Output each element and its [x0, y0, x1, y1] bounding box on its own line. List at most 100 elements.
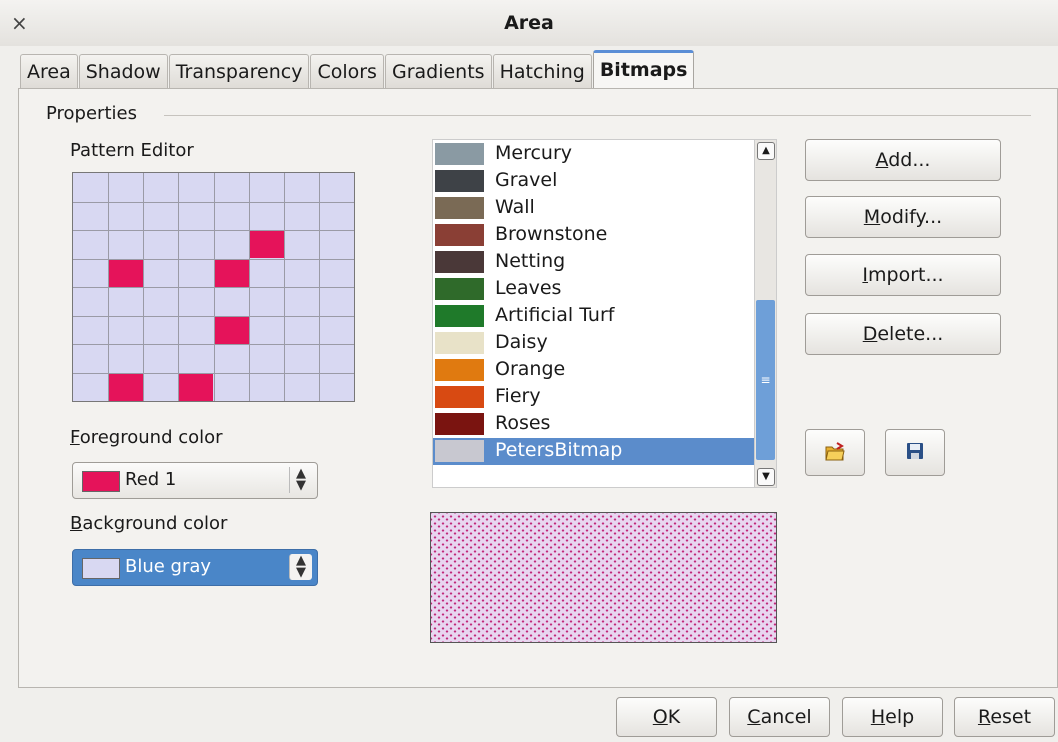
bitmap-list-item[interactable]: Mercury [433, 141, 755, 168]
open-folder-icon [825, 442, 845, 461]
pattern-editor-label: Pattern Editor [70, 140, 194, 161]
bitmap-name: Artificial Turf [495, 304, 615, 326]
bitmap-thumbnail [435, 197, 484, 219]
grid-row-line [73, 287, 354, 288]
bitmap-name: Roses [495, 412, 551, 434]
import-text: mport... [868, 264, 944, 286]
pattern-pixel-filled[interactable] [215, 260, 249, 287]
pattern-editor-grid[interactable] [72, 172, 355, 402]
bitmap-thumbnail [435, 386, 484, 408]
reset-button[interactable]: Reset [954, 697, 1055, 737]
spin-arrows-icon: ▲ ▼ [289, 467, 312, 493]
modify-accel: M [863, 206, 881, 228]
cancel-text: ancel [760, 706, 812, 728]
pattern-pixel-filled[interactable] [250, 231, 284, 258]
grid-row-line [73, 202, 354, 203]
properties-label: Properties [46, 103, 137, 124]
cancel-accel: C [747, 706, 761, 728]
bitmap-thumbnail [435, 413, 484, 435]
import-button[interactable]: Import... [805, 254, 1001, 296]
background-swatch [82, 558, 120, 579]
foreground-color-value: Red 1 [125, 469, 177, 490]
tab-area[interactable]: Area [20, 54, 78, 89]
scroll-down-icon[interactable]: ▼ [757, 468, 775, 486]
bitmap-list-item[interactable]: PetersBitmap [433, 438, 755, 465]
bitmap-thumbnail [435, 359, 484, 381]
bitmap-name: Gravel [495, 169, 558, 191]
foreground-label-accel: F [70, 427, 80, 448]
tab-bar: Area Shadow Transparency Colors Gradient… [20, 50, 695, 91]
spin-arrows-icon: ▲ ▼ [289, 554, 312, 580]
bitmap-name: Daisy [495, 331, 548, 353]
bitmap-name: PetersBitmap [495, 439, 623, 461]
ok-accel: O [652, 706, 668, 728]
window-title: Area [504, 12, 554, 34]
bitmap-list-item[interactable]: Netting [433, 249, 755, 276]
tab-shadow[interactable]: Shadow [78, 54, 168, 89]
bitmap-list-item[interactable]: Fiery [433, 384, 755, 411]
reset-text: eset [990, 706, 1032, 728]
properties-divider [164, 115, 1031, 116]
bitmap-list-item[interactable]: Leaves [433, 276, 755, 303]
bitmap-list-item[interactable]: Roses [433, 411, 755, 438]
cancel-button[interactable]: Cancel [729, 697, 830, 737]
pattern-pixel-filled[interactable] [179, 374, 213, 401]
title-bar: × Area [0, 0, 1058, 46]
help-button[interactable]: Help [842, 697, 943, 737]
pattern-pixel-filled[interactable] [109, 374, 143, 401]
background-color-value: Blue gray [125, 556, 212, 577]
modify-button[interactable]: Modify... [805, 196, 1001, 238]
background-label-accel: B [70, 513, 83, 534]
foreground-swatch [82, 471, 120, 492]
tab-gradients[interactable]: Gradients [384, 54, 492, 89]
bitmap-preview [430, 512, 777, 643]
bitmap-thumbnail [435, 278, 484, 300]
pattern-pixel-filled[interactable] [109, 260, 143, 287]
tab-hatching[interactable]: Hatching [492, 54, 592, 89]
bitmap-list-item[interactable]: Brownstone [433, 222, 755, 249]
bitmap-thumbnail [435, 440, 484, 462]
save-disk-icon [907, 443, 923, 459]
pattern-pixel-filled[interactable] [215, 317, 249, 344]
scroll-up-icon[interactable]: ▲ [757, 142, 775, 160]
add-button[interactable]: Add... [805, 139, 1001, 181]
bitmap-name: Netting [495, 250, 566, 272]
reset-accel: R [977, 706, 991, 728]
save-list-button[interactable] [885, 429, 945, 476]
bitmap-list-item[interactable]: Orange [433, 357, 755, 384]
bitmap-list-item[interactable]: Gravel [433, 168, 755, 195]
bitmap-thumbnail [435, 305, 484, 327]
bitmap-thumbnail [435, 332, 484, 354]
delete-button[interactable]: Delete... [805, 313, 1001, 355]
grid-row-line [73, 344, 354, 345]
bitmap-thumbnail [435, 251, 484, 273]
tab-colors[interactable]: Colors [310, 54, 384, 89]
delete-accel: D [862, 323, 878, 345]
foreground-color-select[interactable]: Red 1 ▲ ▼ [72, 462, 318, 499]
background-color-select[interactable]: Blue gray ▲ ▼ [72, 549, 318, 586]
grid-row-line [73, 230, 354, 231]
bitmap-list[interactable]: Mercury Gravel Wall Brownstone Netting Leaves… [432, 139, 777, 488]
delete-text: elete... [877, 323, 944, 345]
ok-button[interactable]: OK [616, 697, 717, 737]
grid-row-line [73, 316, 354, 317]
tab-bitmaps[interactable]: Bitmaps [592, 50, 695, 91]
foreground-color-label: Foreground color [70, 427, 223, 448]
bitmap-name: Brownstone [495, 223, 608, 245]
bitmap-name: Wall [495, 196, 535, 218]
load-list-button[interactable] [805, 429, 865, 476]
bitmap-name: Leaves [495, 277, 562, 299]
bitmap-thumbnail [435, 224, 484, 246]
bitmap-name: Fiery [495, 385, 541, 407]
bitmap-thumbnail [435, 170, 484, 192]
list-scrollbar[interactable]: ▲ ≡ ▼ [754, 140, 776, 487]
scroll-thumb[interactable]: ≡ [756, 300, 775, 460]
bitmap-list-item[interactable]: Daisy [433, 330, 755, 357]
bitmap-list-item[interactable]: Artificial Turf [433, 303, 755, 330]
background-label-text: ackground color [82, 513, 228, 534]
tab-transparency[interactable]: Transparency [168, 54, 310, 89]
help-accel: H [870, 706, 886, 728]
help-text: elp [885, 706, 915, 728]
background-color-label: Background color [70, 513, 227, 534]
bitmap-list-item[interactable]: Wall [433, 195, 755, 222]
